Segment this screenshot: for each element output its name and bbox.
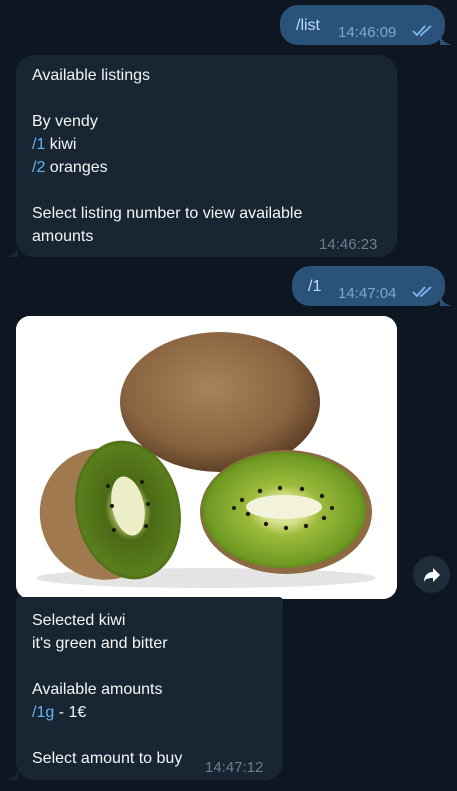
incoming-message-listings: Available listings By vendy /1 kiwi /2 o… (16, 55, 397, 257)
kiwi-photo[interactable] (16, 316, 397, 599)
incoming-message-details: Selected kiwi it's green and bitter Avai… (16, 597, 283, 780)
outgoing-message-list[interactable]: /list 14:46:09 (280, 5, 445, 45)
message-time: 14:47:04 (338, 285, 397, 302)
listing-name-1: kiwi (45, 136, 77, 153)
kiwi-image (16, 316, 397, 599)
amount-price: - 1€ (54, 704, 87, 721)
message-time: 14:46:09 (338, 24, 397, 41)
listing-link-1[interactable]: /1 (32, 136, 45, 153)
listing-name-2: oranges (45, 159, 108, 176)
selected-item: Selected kiwi (32, 612, 126, 629)
prompt-text: Select listing number to view available (32, 205, 303, 222)
command-link[interactable]: /1 (308, 275, 321, 298)
vendor-name: By vendy (32, 113, 98, 130)
double-check-icon (412, 25, 432, 37)
amount-link[interactable]: /1g (32, 704, 54, 721)
message-time: 14:47:12 (205, 759, 264, 776)
bubble-tail (6, 243, 18, 257)
outgoing-message-select[interactable]: /1 14:47:04 (292, 266, 445, 306)
item-description: it's green and bitter (32, 635, 168, 652)
listing-item: /2 oranges (32, 156, 381, 179)
message-time: 14:46:23 (319, 236, 378, 253)
bubble-tail (440, 292, 452, 306)
double-check-icon (412, 286, 432, 298)
bubble-tail (440, 31, 452, 45)
forward-arrow-icon (423, 567, 440, 582)
amounts-heading: Available amounts (32, 681, 163, 698)
message-title: Available listings (32, 67, 150, 84)
listing-item: /1 kiwi (32, 133, 381, 156)
listing-link-2[interactable]: /2 (32, 159, 45, 176)
forward-button[interactable] (413, 556, 450, 593)
amount-item: /1g - 1€ (32, 701, 273, 724)
command-link[interactable]: /list (296, 14, 320, 37)
bubble-tail (6, 766, 18, 780)
